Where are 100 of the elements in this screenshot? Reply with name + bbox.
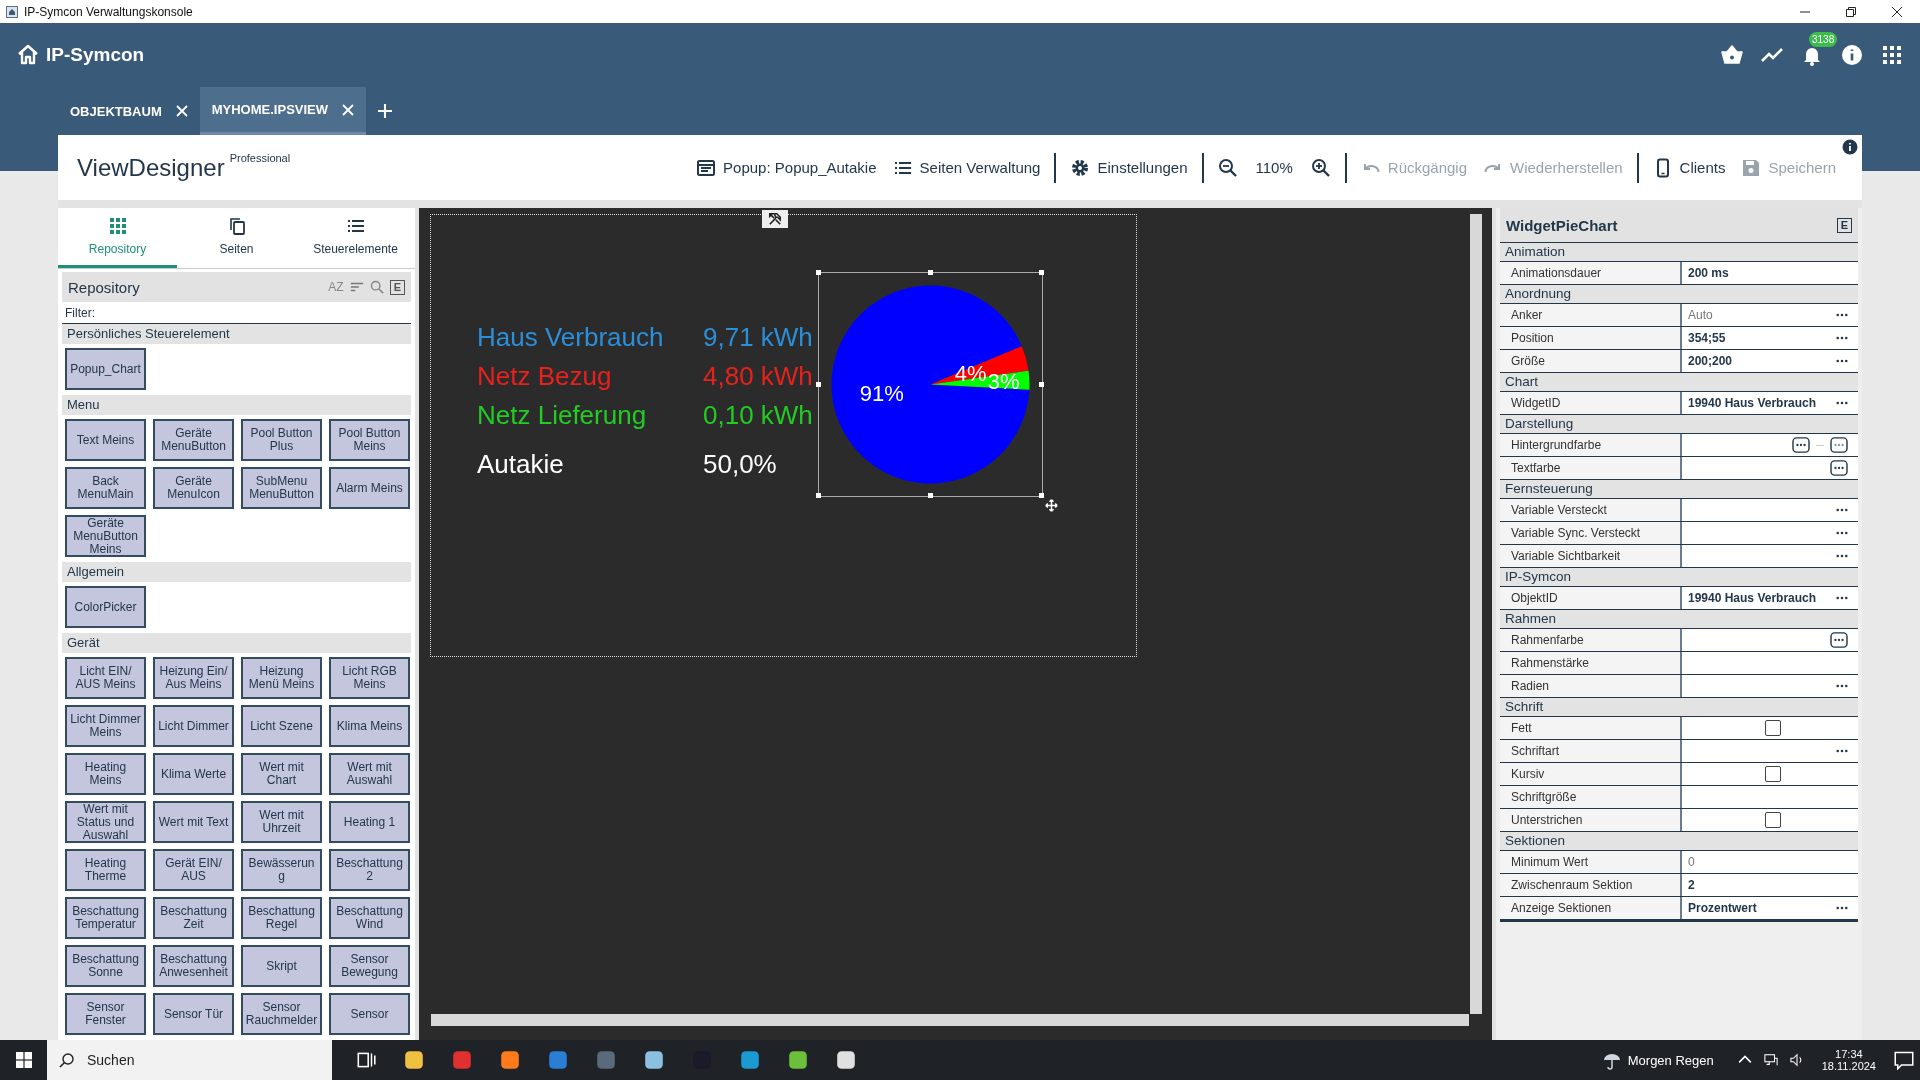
property-group[interactable]: Anordnung <box>1500 285 1858 304</box>
property-value[interactable]: 200 ms <box>1688 266 1729 280</box>
checkbox[interactable] <box>1765 766 1781 782</box>
property-value[interactable]: Auto <box>1688 308 1713 322</box>
resize-handle[interactable] <box>816 381 821 387</box>
app-icon[interactable] <box>835 1049 857 1071</box>
app-icon[interactable] <box>787 1049 809 1071</box>
property-value[interactable]: 0 <box>1688 855 1695 869</box>
expand-button[interactable]: E <box>389 279 405 295</box>
repository-item[interactable]: Wert mit Auswahl <box>329 753 410 795</box>
pages-button[interactable]: Seiten Verwaltung <box>886 153 1047 182</box>
reading-label[interactable]: Haus Verbrauch <box>477 322 703 353</box>
repository-item[interactable]: Geräte MenuIcon <box>153 467 234 509</box>
more-icon[interactable] <box>1836 531 1848 535</box>
search-field[interactable]: Suchen <box>47 1040 332 1080</box>
repository-item[interactable]: Geräte MenuButton <box>153 419 234 461</box>
resize-handle[interactable] <box>927 270 933 275</box>
repository-item[interactable]: Licht Szene <box>241 705 322 747</box>
repository-item[interactable]: Heating Therme <box>65 849 146 891</box>
repository-item[interactable]: ColorPicker <box>65 586 146 628</box>
clock-date[interactable]: 18.11.2024 <box>1821 1060 1876 1072</box>
panel-tab[interactable]: Seiten <box>177 208 296 269</box>
repository-item[interactable]: Sensor Rauchmelder <box>241 993 322 1035</box>
repository-item[interactable]: Licht Dimmer <box>153 705 234 747</box>
checkbox[interactable] <box>1765 720 1781 736</box>
repository-item[interactable]: Back MenuMain <box>65 467 146 509</box>
repository-item[interactable]: Klima Werte <box>153 753 234 795</box>
property-value[interactable]: 19940 Haus Verbrauch <box>1688 591 1817 605</box>
more-icon[interactable] <box>1836 554 1848 558</box>
repository-item[interactable]: Beschattung Anwesenheit <box>153 945 234 987</box>
more-icon[interactable] <box>1836 359 1848 363</box>
settings-button[interactable]: Einstellungen <box>1064 153 1194 182</box>
document-tab[interactable]: OBJEKTBAUM <box>58 87 200 135</box>
resize-handle[interactable] <box>816 493 821 498</box>
repository-item[interactable]: Klima Meins <box>329 705 410 747</box>
app-icon[interactable] <box>643 1049 665 1071</box>
color-picker-button[interactable] <box>1830 632 1848 648</box>
repository-item[interactable]: Beschattung Regel <box>241 897 322 939</box>
expand-button[interactable]: E <box>1836 217 1852 233</box>
property-value[interactable]: 200;200 <box>1688 354 1733 368</box>
property-group[interactable]: Sektionen <box>1500 832 1858 851</box>
info-icon[interactable] <box>1842 139 1858 155</box>
property-group[interactable]: Chart <box>1500 373 1858 392</box>
reading-value[interactable]: 0,10 kWh <box>703 400 813 431</box>
app-icon[interactable] <box>403 1049 425 1071</box>
more-icon[interactable] <box>1836 596 1848 600</box>
property-group[interactable]: Schrift <box>1500 698 1858 717</box>
repository-item[interactable]: Beschattung Sonne <box>65 945 146 987</box>
repository-item[interactable]: Alarm Meins <box>329 467 410 509</box>
clock-time[interactable]: 17:34 <box>1835 1048 1863 1060</box>
color-picker-button[interactable] <box>1792 437 1810 453</box>
reading-label[interactable]: Autakie <box>477 449 703 480</box>
repository-item[interactable]: Pool Button Plus <box>241 419 322 461</box>
move-icon[interactable] <box>1045 499 1058 512</box>
repository-item[interactable]: Beschattung Wind <box>329 897 410 939</box>
repository-item[interactable]: Heating Meins <box>65 753 146 795</box>
more-icon[interactable] <box>1836 508 1848 512</box>
repository-item[interactable]: Wert mit Uhrzeit <box>241 801 322 843</box>
resize-handle[interactable] <box>927 493 933 498</box>
property-group[interactable]: Animation <box>1500 243 1858 262</box>
property-value[interactable]: 2 <box>1688 878 1695 892</box>
reading-value[interactable]: 50,0% <box>703 449 777 480</box>
repository-item[interactable]: Text Meins <box>65 419 146 461</box>
repository-item[interactable]: Beschattung 2 <box>329 849 410 891</box>
more-icon[interactable] <box>1836 749 1848 753</box>
restore-icon[interactable] <box>1846 6 1856 17</box>
apps-grid-icon[interactable] <box>1880 43 1904 67</box>
tools-handle[interactable] <box>762 210 788 228</box>
repository-item[interactable]: Popup_Chart <box>65 348 146 390</box>
repository-item[interactable]: SubMenu MenuButton <box>241 467 322 509</box>
property-value[interactable]: Prozentwert <box>1688 901 1757 915</box>
app-icon[interactable] <box>739 1049 761 1071</box>
repository-item[interactable]: Sensor Fenster <box>65 993 146 1035</box>
weather-text[interactable]: Morgen Regen <box>1627 1052 1714 1068</box>
repository-item[interactable]: Skript <box>241 945 322 987</box>
brand-name[interactable]: IP-Symcon <box>46 44 145 66</box>
more-icon[interactable] <box>1836 401 1848 405</box>
scrollbar[interactable] <box>431 1014 1469 1026</box>
clients-button[interactable]: Clients <box>1646 153 1732 182</box>
property-group[interactable]: Rahmen <box>1500 610 1858 629</box>
property-group[interactable]: Darstellung <box>1500 415 1858 434</box>
repository-item[interactable]: Sensor <box>329 993 410 1035</box>
color-picker-button[interactable] <box>1830 437 1848 453</box>
color-picker-button[interactable] <box>1830 460 1848 476</box>
repository-item[interactable]: Licht EIN/ AUS Meins <box>65 657 146 699</box>
repository-item[interactable]: Heating 1 <box>329 801 410 843</box>
popup-button[interactable]: Popup: Popup_Autakie <box>690 153 883 182</box>
reading-label[interactable]: Netz Lieferung <box>477 400 703 431</box>
property-group[interactable]: Fernsteuerung <box>1500 480 1858 499</box>
resize-handle[interactable] <box>1039 270 1044 275</box>
property-group[interactable]: IP-Symcon <box>1500 568 1858 587</box>
panel-tab[interactable]: Repository <box>58 208 177 269</box>
reading-value[interactable]: 9,71 kWh <box>703 322 813 353</box>
resize-handle[interactable] <box>1039 493 1044 498</box>
more-icon[interactable] <box>1836 336 1848 340</box>
resize-handle[interactable] <box>816 270 821 275</box>
repository-item[interactable]: Bewässerun g <box>241 849 322 891</box>
resize-handle[interactable] <box>1039 381 1044 387</box>
repository-item[interactable]: Gerät EIN/ AUS <box>153 849 234 891</box>
home-icon[interactable] <box>16 43 40 67</box>
